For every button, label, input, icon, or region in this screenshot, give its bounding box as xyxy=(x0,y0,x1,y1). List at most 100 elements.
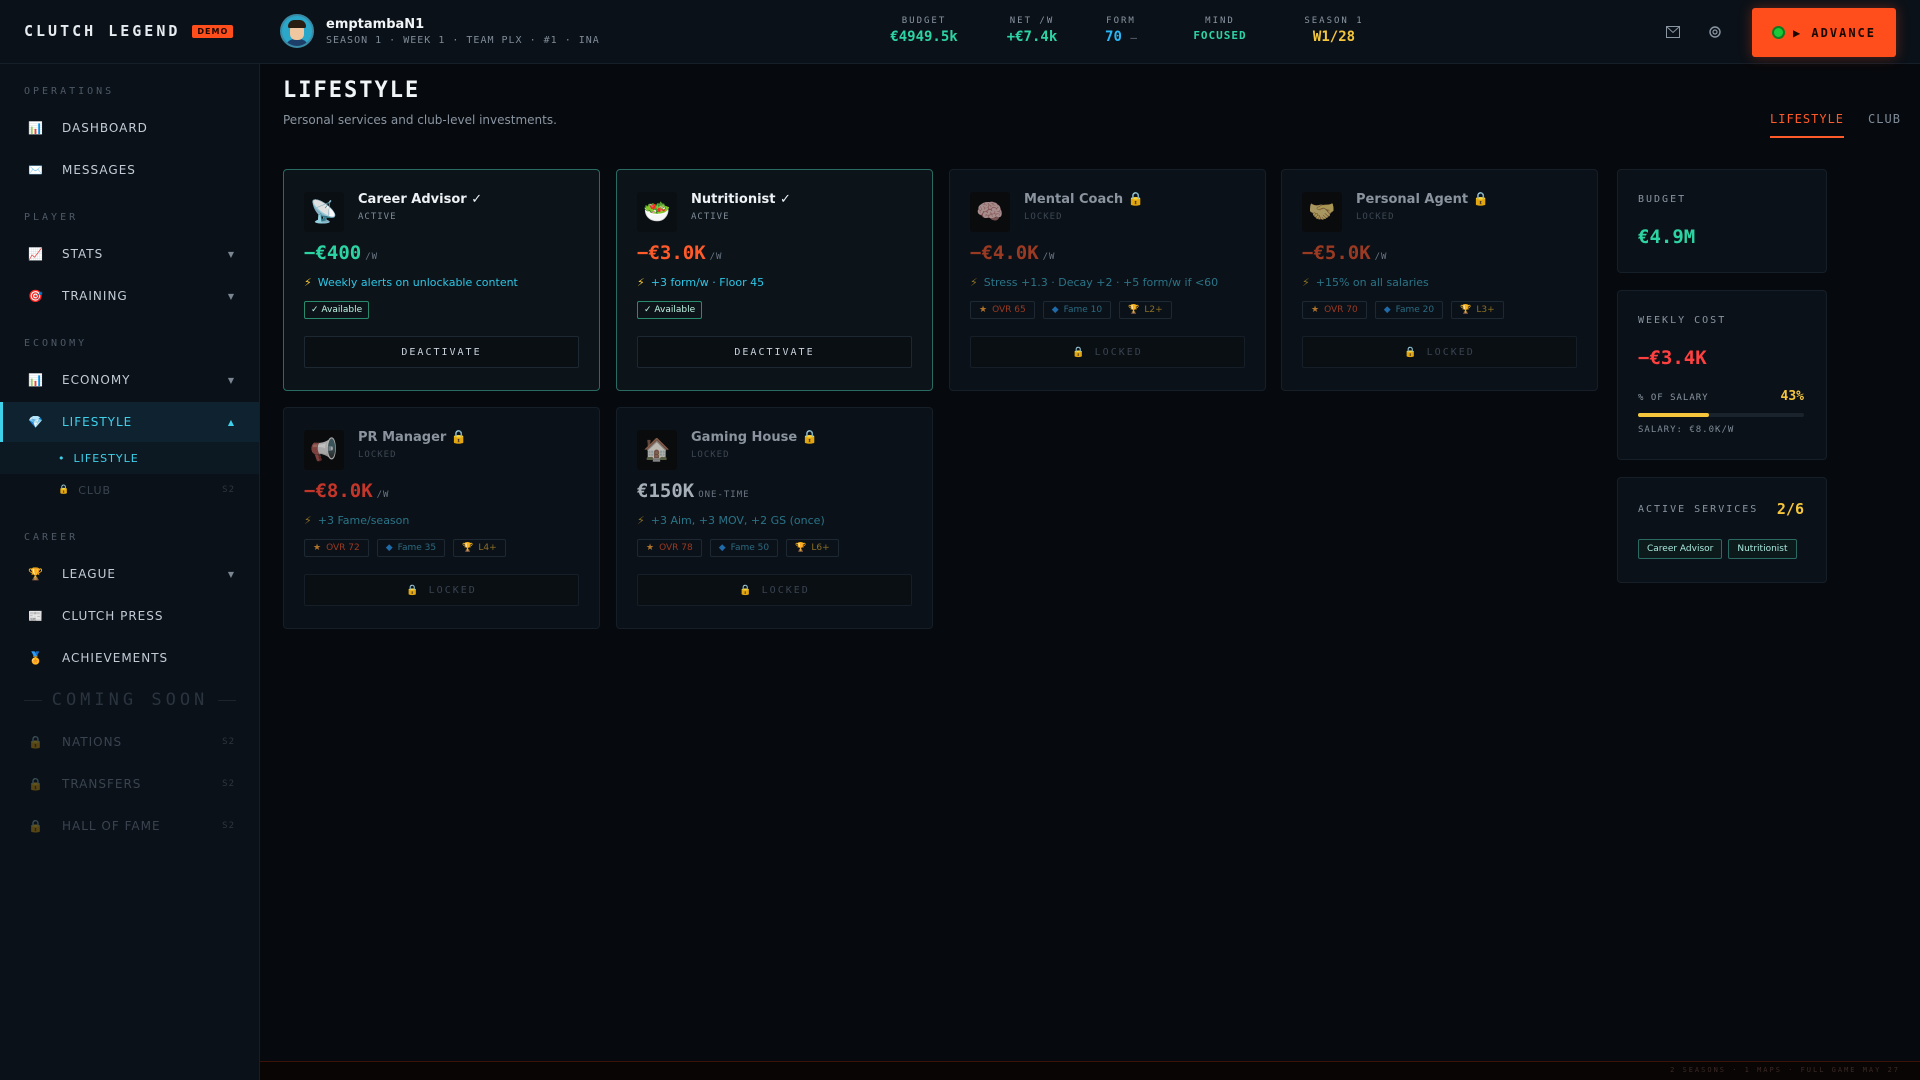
sidebar-subitem-club: 🔒 CLUB S2 xyxy=(0,474,259,506)
requirements: ★ OVR 72 ◆ Fame 35 🏆 L4+ xyxy=(304,539,506,557)
price-value: −€3.0K xyxy=(637,242,706,264)
sidebar-item-messages[interactable]: ✉️ MESSAGES xyxy=(0,150,259,190)
price-value: €150K xyxy=(637,480,695,502)
bullet-icon: • xyxy=(58,451,66,465)
active-services-label: ACTIVE SERVICES xyxy=(1638,504,1759,515)
req-ovr: ★ OVR 72 xyxy=(304,539,369,557)
available-badge: ✓ Available xyxy=(637,301,703,319)
trophy-icon: 🏆 xyxy=(1460,305,1472,315)
service-tag[interactable]: Nutritionist xyxy=(1728,539,1797,559)
mail-icon[interactable] xyxy=(1665,24,1681,40)
section-player: PLAYER xyxy=(24,212,79,223)
sidebar-item-label: HALL OF FAME xyxy=(62,819,161,833)
active-services-tags: Career Advisor Nutritionist xyxy=(1638,539,1797,559)
star-icon: ★ xyxy=(979,305,988,315)
active-services-count: 2/6 xyxy=(1776,500,1804,518)
handshake-icon: 🤝 xyxy=(1302,192,1342,232)
top-icons xyxy=(1665,24,1723,40)
bar-chart-icon: 📊 xyxy=(28,373,44,387)
brand-name: CLUTCH LEGEND xyxy=(24,22,181,40)
price-unit: /W xyxy=(1042,252,1056,262)
brand[interactable]: CLUTCH LEGEND DEMO xyxy=(24,22,234,40)
requirements: ★ OVR 70 ◆ Fame 20 🏆 L3+ xyxy=(1302,301,1504,319)
requirements: ★ OVR 65 ◆ Fame 10 🏆 L2+ xyxy=(970,301,1172,319)
medal-icon: 🏅 xyxy=(28,651,44,665)
req-text: Fame 35 xyxy=(397,543,437,553)
service-status: ACTIVE xyxy=(691,212,730,222)
req-level: 🏆 L3+ xyxy=(1451,301,1504,319)
req-ovr: ★ OVR 65 xyxy=(970,301,1035,319)
req-level: 🏆 L4+ xyxy=(453,539,506,557)
service-name: Mental Coach 🔒 xyxy=(1024,192,1144,207)
diamond-icon: ◆ xyxy=(1051,305,1059,315)
stat-form-label: FORM xyxy=(1106,16,1136,26)
effect-text: Weekly alerts on unlockable content xyxy=(317,276,518,289)
page-subtitle: Personal services and club-level investm… xyxy=(283,113,557,127)
section-operations: OPERATIONS xyxy=(24,86,115,97)
deactivate-button[interactable]: DEACTIVATE xyxy=(304,336,579,368)
req-level: 🏆 L6+ xyxy=(786,539,839,557)
stat-mind-label: MIND xyxy=(1205,16,1235,26)
trophy-icon: 🏆 xyxy=(1128,305,1140,315)
sidebar-item-achievements[interactable]: 🏅 ACHIEVEMENTS xyxy=(0,638,259,678)
price-unit: ONE-TIME xyxy=(698,490,750,500)
budget-panel: BUDGET €4.9M xyxy=(1617,169,1827,273)
service-status: LOCKED xyxy=(1356,212,1395,222)
service-effect: ⚡ +3 Aim, +3 MOV, +2 GS (once) xyxy=(637,514,825,527)
chart-up-icon: 📈 xyxy=(28,247,44,261)
stat-mind-value: FOCUSED xyxy=(1193,29,1247,42)
tab-bar: LIFESTYLE CLUB xyxy=(1770,112,1901,138)
player-profile[interactable]: emptambaN1 SEASON 1 · WEEK 1 · TEAM PLX … xyxy=(280,14,600,48)
season-lock-tag: S2 xyxy=(222,485,235,495)
envelope-icon: ✉️ xyxy=(28,163,44,177)
service-status: LOCKED xyxy=(691,450,730,460)
service-effect: ⚡ +3 Fame/season xyxy=(304,514,409,527)
sidebar-subitem-lifestyle[interactable]: • LIFESTYLE xyxy=(0,442,259,474)
sidebar-item-label: CLUTCH PRESS xyxy=(62,609,164,623)
service-name: Career Advisor ✓ xyxy=(358,192,483,207)
service-status: LOCKED xyxy=(1024,212,1063,222)
trophy-icon: 🏆 xyxy=(28,567,44,581)
sidebar-item-economy[interactable]: 📊 ECONOMY ▼ xyxy=(0,360,259,400)
season-lock-tag: S2 xyxy=(222,779,235,789)
sidebar: OPERATIONS 📊 DASHBOARD ✉️ MESSAGES PLAYE… xyxy=(0,64,260,1080)
salary-pct-value: 43% xyxy=(1780,389,1804,404)
req-text: L2+ xyxy=(1144,305,1163,315)
sidebar-item-dashboard[interactable]: 📊 DASHBOARD xyxy=(0,108,259,148)
satellite-dish-icon: 📡 xyxy=(304,192,344,232)
trophy-icon: 🏆 xyxy=(795,543,807,553)
advance-button[interactable]: ▶ ADVANCE xyxy=(1752,8,1896,57)
sidebar-item-training[interactable]: 🎯 TRAINING ▼ xyxy=(0,276,259,316)
effect-text: +3 Aim, +3 MOV, +2 GS (once) xyxy=(650,514,825,527)
stat-net: NET /W +€7.4k xyxy=(978,16,1086,45)
req-text: L6+ xyxy=(811,543,830,553)
newspaper-icon: 📰 xyxy=(28,609,44,623)
effect-text: +3 form/w · Floor 45 xyxy=(650,276,765,289)
service-tag[interactable]: Career Advisor xyxy=(1638,539,1723,559)
locked-button: 🔒 LOCKED xyxy=(970,336,1245,368)
footer-text: 2 SEASONS · 1 MAPS · FULL GAME MAY 27 xyxy=(1670,1066,1900,1074)
lock-icon: 🔒 xyxy=(28,777,44,791)
service-price: −€8.0K/W xyxy=(304,480,389,502)
sidebar-item-label: TRAINING xyxy=(62,289,128,303)
service-effect: ⚡ Weekly alerts on unlockable content xyxy=(304,276,518,289)
req-text: L4+ xyxy=(478,543,497,553)
stat-net-value: +€7.4k xyxy=(1006,29,1058,45)
tab-club[interactable]: CLUB xyxy=(1868,112,1901,138)
tab-lifestyle[interactable]: LIFESTYLE xyxy=(1770,112,1845,138)
price-unit: /W xyxy=(376,490,390,500)
deactivate-button[interactable]: DEACTIVATE xyxy=(637,336,912,368)
trophy-icon: 🏆 xyxy=(462,543,474,553)
chevron-down-icon: ▼ xyxy=(227,569,235,579)
price-value: −€8.0K xyxy=(304,480,373,502)
sidebar-item-league[interactable]: 🏆 LEAGUE ▼ xyxy=(0,554,259,594)
price-unit: /W xyxy=(365,252,379,262)
settings-icon[interactable] xyxy=(1707,24,1723,40)
weekly-cost-value: −€3.4K xyxy=(1638,347,1707,369)
sidebar-item-lifestyle[interactable]: 💎 LIFESTYLE ▲ xyxy=(0,402,259,442)
megaphone-icon: 📢 xyxy=(304,430,344,470)
sidebar-item-stats[interactable]: 📈 STATS ▼ xyxy=(0,234,259,274)
season-lock-tag: S2 xyxy=(222,821,235,831)
diamond-icon: ◆ xyxy=(385,543,393,553)
sidebar-item-clutch-press[interactable]: 📰 CLUTCH PRESS xyxy=(0,596,259,636)
